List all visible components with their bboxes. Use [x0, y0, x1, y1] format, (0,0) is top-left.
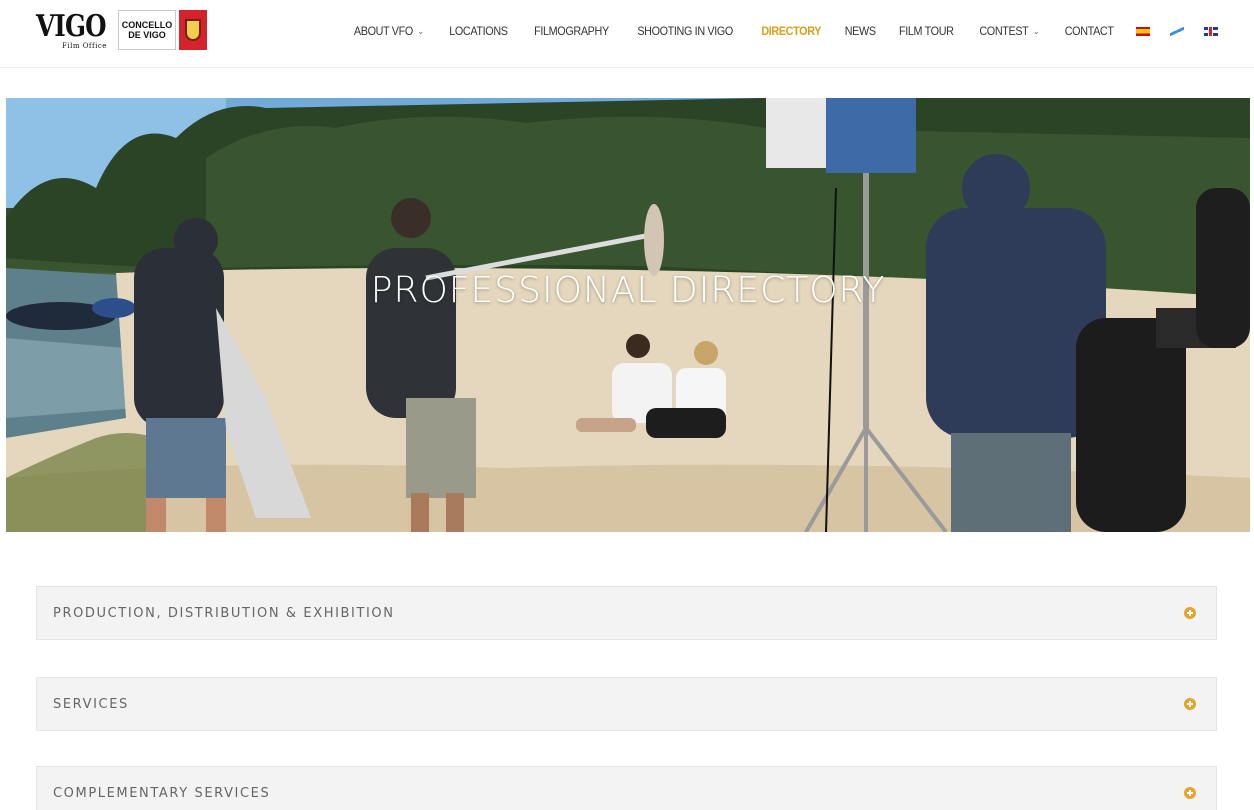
shield-icon: [179, 10, 207, 50]
chevron-down-icon: ⌄: [417, 25, 424, 36]
main-nav: ABOUT VFO ⌄ LOCATIONS FILMOGRAPHY SHOOTI…: [331, 0, 1218, 62]
accordion-production-distribution-exhibition[interactable]: PRODUCTION, DISTRIBUTION & EXHIBITION: [36, 586, 1217, 640]
nav-item-contest[interactable]: CONTEST ⌄: [979, 24, 1039, 38]
accordion-label: SERVICES: [53, 696, 129, 712]
nav-item-label: LOCATIONS: [449, 24, 509, 38]
accordion-services[interactable]: SERVICES: [36, 677, 1217, 731]
nav-item-film-tour[interactable]: FILM TOUR: [899, 24, 954, 38]
concello-line2: DE VIGO: [128, 30, 166, 40]
nav-item-label: FILM TOUR: [899, 24, 954, 38]
nav-item-label: ABOUT VFO: [353, 24, 413, 38]
accordion-complementary-services[interactable]: COMPLEMENTARY SERVICES: [36, 766, 1217, 810]
spanish-flag-icon[interactable]: [1136, 26, 1150, 36]
plus-circle-icon[interactable]: [1184, 787, 1196, 799]
nav-item-label: CONTACT: [1064, 24, 1114, 38]
nav-item-shooting-in-vigo[interactable]: SHOOTING IN VIGO: [638, 24, 734, 38]
nav-item-label: CONTEST: [979, 24, 1029, 38]
plus-circle-icon[interactable]: [1184, 698, 1196, 710]
vigo-film-office-logo: VIGO Film Office: [36, 10, 116, 52]
nav-item-filmography[interactable]: FILMOGRAPHY: [534, 24, 609, 38]
site-header: VIGO Film Office CONCELLO DE VIGO ABOUT …: [0, 0, 1254, 68]
nav-item-label: SHOOTING IN VIGO: [637, 24, 734, 38]
hero-film-crew-image: [6, 98, 1250, 532]
nav-item-news[interactable]: NEWS: [845, 24, 876, 38]
logo-word: VIGO: [36, 9, 107, 44]
logo-subtitle: Film Office: [62, 42, 107, 50]
nav-item-directory[interactable]: DIRECTORY: [761, 24, 821, 38]
nav-item-label: NEWS: [844, 24, 876, 38]
hero-title: PROFESSIONAL DIRECTORY: [370, 270, 886, 311]
accordion-label: PRODUCTION, DISTRIBUTION & EXHIBITION: [53, 605, 395, 621]
nav-item-locations[interactable]: LOCATIONS: [449, 24, 509, 38]
nav-item-label: DIRECTORY: [760, 24, 821, 38]
site-logo[interactable]: VIGO Film Office CONCELLO DE VIGO: [36, 10, 208, 54]
chevron-down-icon: ⌄: [1032, 25, 1040, 36]
nav-item-contact[interactable]: CONTACT: [1064, 24, 1113, 38]
hero-banner: PROFESSIONAL DIRECTORY: [6, 98, 1250, 532]
nav-item-label: FILMOGRAPHY: [534, 24, 610, 38]
accordion-label: COMPLEMENTARY SERVICES: [53, 785, 271, 801]
english-flag-icon[interactable]: [1204, 26, 1218, 36]
concello-logo: CONCELLO DE VIGO: [118, 10, 176, 50]
concello-line1: CONCELLO: [121, 20, 173, 30]
galician-flag-icon[interactable]: [1170, 26, 1184, 36]
nav-item-about-vfo[interactable]: ABOUT VFO ⌄: [354, 24, 424, 38]
plus-circle-icon[interactable]: [1184, 607, 1196, 619]
